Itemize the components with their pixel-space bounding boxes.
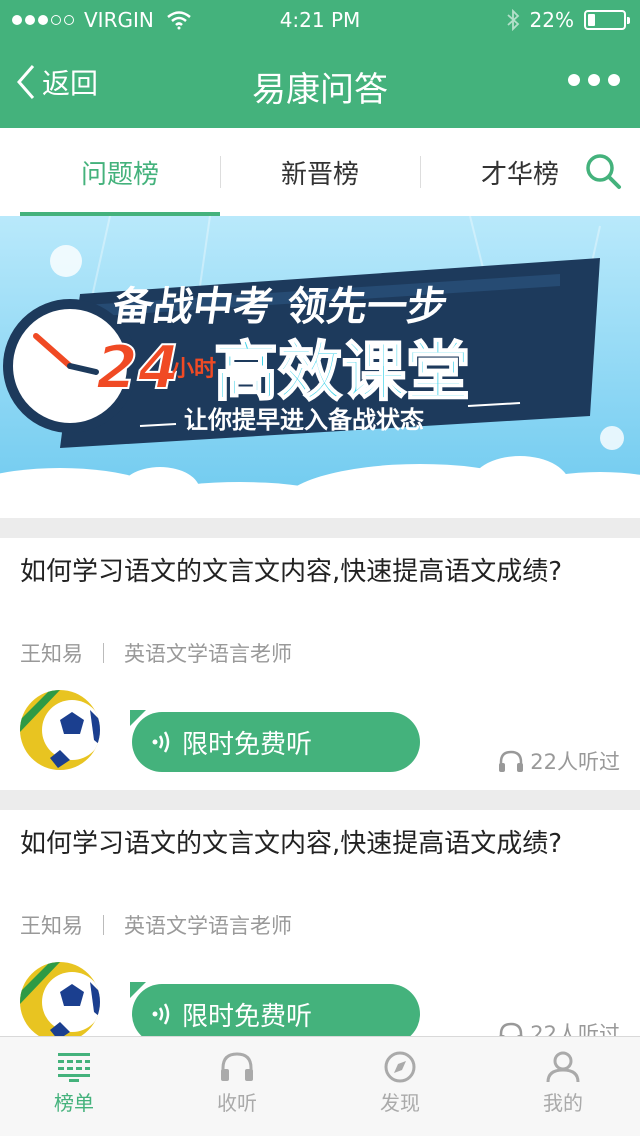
tab-newcomers[interactable]: 新晋榜 <box>220 128 420 216</box>
free-listen-button[interactable]: 限时免费听 <box>132 712 420 772</box>
list-icon <box>58 1053 90 1082</box>
bluetooth-icon <box>506 9 519 31</box>
battery-icon <box>584 10 630 30</box>
compass-icon <box>384 1051 416 1083</box>
headphones-icon <box>499 750 524 772</box>
banner-headline: 高效课堂 <box>214 336 470 410</box>
more-dot-icon <box>568 74 580 86</box>
more-options-button[interactable] <box>568 74 620 86</box>
tabbar-label: 发现 <box>380 1091 420 1115</box>
battery-level <box>588 14 595 26</box>
tabbar-label: 收听 <box>217 1091 257 1115</box>
sound-wave-icon <box>152 731 170 753</box>
soccer-ball-avatar-icon <box>20 962 100 1036</box>
avatar[interactable] <box>20 962 100 1036</box>
ranking-tabs: 问题榜 新晋榜 才华榜 <box>0 128 640 216</box>
banner-hours: 小时 <box>172 357 216 382</box>
listener-count-text: 22人听过 <box>530 1022 620 1036</box>
status-bar: VIRGIN 4:21 PM 22% <box>0 0 640 40</box>
listener-count-text: 22人听过 <box>530 750 620 774</box>
avatar[interactable] <box>20 690 100 770</box>
author-name: 王知易 <box>20 914 83 938</box>
more-dot-icon <box>608 74 620 86</box>
soccer-ball-avatar-icon <box>20 690 100 770</box>
banner-graphic: 备战中考 领先一步 24 小时 高效课堂 让你提早进入备战状态 <box>0 216 640 518</box>
author-role: 英语文学语言老师 <box>124 642 292 666</box>
more-dot-icon <box>588 74 600 86</box>
question-meta: 王知易 英语文学语言老师 <box>20 638 292 668</box>
meta-divider <box>103 643 104 663</box>
author-role: 英语文学语言老师 <box>124 914 292 938</box>
question-card[interactable]: 如何学习语文的文言文内容,快速提高语文成绩? 王知易 英语文学语言老师 限时免费… <box>0 538 640 790</box>
free-listen-label: 限时免费听 <box>182 729 313 760</box>
question-meta: 王知易 英语文学语言老师 <box>20 910 292 940</box>
promo-banner[interactable]: 备战中考 领先一步 24 小时 高效课堂 让你提早进入备战状态 <box>0 216 640 518</box>
headphones-icon <box>499 1022 523 1036</box>
headphones-icon <box>221 1052 253 1081</box>
listener-count: 22人听过 <box>498 1018 620 1036</box>
status-right: 22% <box>506 8 630 32</box>
bottom-tab-bar: 榜单 收听 发现 我的 <box>0 1036 640 1136</box>
tabbar-label: 我的 <box>543 1091 583 1115</box>
back-button[interactable]: 返回 <box>16 62 98 102</box>
question-title[interactable]: 如何学习语文的文言文内容,快速提高语文成绩? <box>20 554 580 590</box>
battery-percent: 22% <box>529 8 574 32</box>
tabbar-item-discover[interactable]: 发现 <box>320 1051 480 1131</box>
listener-count: 22人听过 <box>498 746 620 776</box>
meta-divider <box>103 915 104 935</box>
free-listen-label: 限时免费听 <box>182 1001 313 1032</box>
tabbar-item-listen[interactable]: 收听 <box>157 1051 317 1131</box>
tab-questions[interactable]: 问题榜 <box>20 128 220 216</box>
free-listen-button[interactable]: 限时免费听 <box>132 984 420 1036</box>
banner-number: 24 <box>96 333 180 403</box>
author-name: 王知易 <box>20 642 83 666</box>
tabbar-item-rankings[interactable]: 榜单 <box>0 1051 154 1131</box>
chevron-left-icon <box>17 65 35 99</box>
banner-subline: 让你提早进入备战状态 <box>184 406 424 434</box>
sound-wave-icon <box>152 1003 170 1025</box>
tabbar-item-me[interactable]: 我的 <box>483 1051 640 1131</box>
tabbar-label: 榜单 <box>54 1091 94 1115</box>
user-icon <box>546 1051 580 1083</box>
search-icon[interactable] <box>584 152 622 190</box>
banner-line1: 备战中考 领先一步 <box>110 284 450 330</box>
back-label: 返回 <box>42 67 99 100</box>
question-card[interactable]: 如何学习语文的文言文内容,快速提高语文成绩? 王知易 英语文学语言老师 限时免费… <box>0 810 640 1036</box>
app-header: VIRGIN 4:21 PM 22% 返回 易康问答 <box>0 0 640 128</box>
question-title[interactable]: 如何学习语文的文言文内容,快速提高语文成绩? <box>20 826 580 862</box>
